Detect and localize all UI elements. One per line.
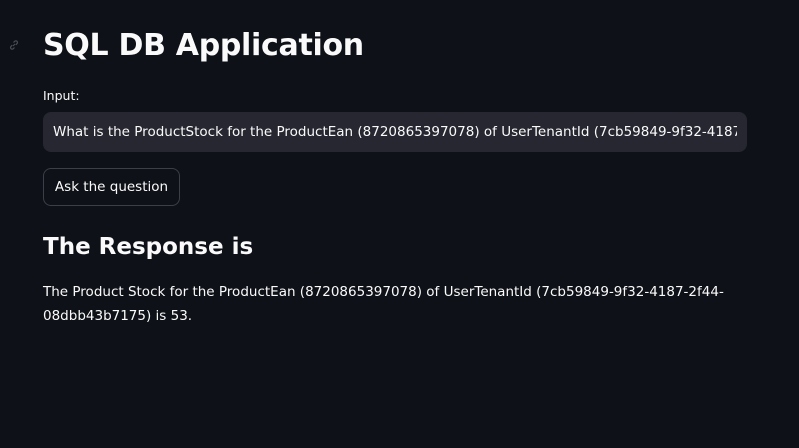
- response-heading: The Response is: [43, 234, 254, 260]
- page-title: SQL DB Application: [43, 28, 364, 63]
- app-page: SQL DB Application Input: Ask the questi…: [0, 0, 799, 448]
- response-text: The Product Stock for the ProductEan (87…: [43, 284, 724, 324]
- link-icon[interactable]: [9, 40, 21, 52]
- link-icon-graphic: [9, 40, 19, 50]
- input-label: Input:: [43, 88, 80, 103]
- question-input[interactable]: [43, 112, 747, 152]
- ask-question-button[interactable]: Ask the question: [43, 168, 180, 206]
